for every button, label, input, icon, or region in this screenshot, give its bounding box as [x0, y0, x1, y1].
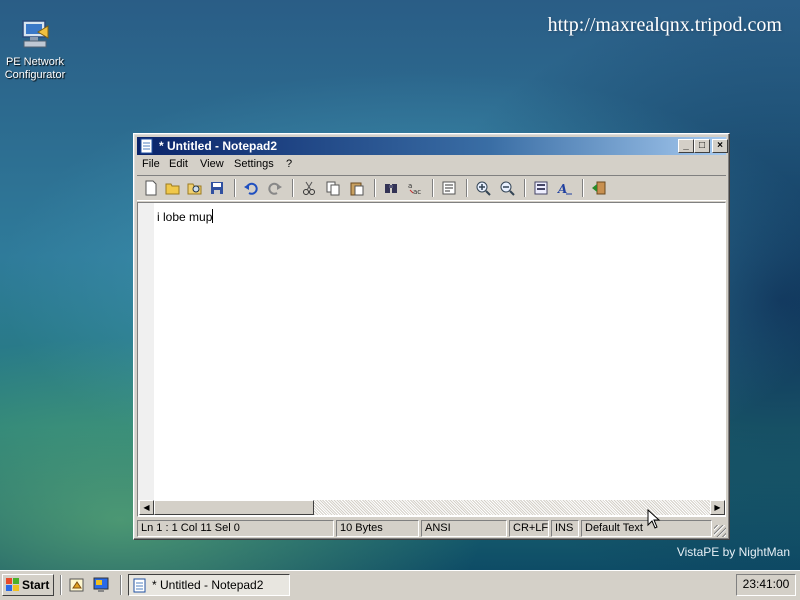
- taskbar-separator: [60, 575, 62, 595]
- taskbar-button-notepad2[interactable]: * Untitled - Notepad2: [128, 574, 290, 596]
- url-wallpaper-text: http://maxrealqnx.tripod.com: [547, 14, 782, 36]
- toolbar-separator: [292, 179, 294, 197]
- scroll-left-button[interactable]: ◀: [139, 500, 154, 515]
- font-icon[interactable]: A: [557, 180, 575, 196]
- menu-bar: File Edit View Settings ?: [137, 156, 726, 174]
- start-button[interactable]: Start: [2, 574, 54, 596]
- editor-margin: [138, 203, 154, 500]
- status-encoding[interactable]: ANSI: [421, 520, 507, 537]
- horizontal-scrollbar[interactable]: ◀ ▶: [139, 500, 725, 515]
- status-position: Ln 1 : 1 Col 11 Sel 0: [137, 520, 334, 537]
- mouse-cursor-icon: [647, 509, 661, 529]
- resize-grip[interactable]: [714, 525, 726, 537]
- svg-text:A: A: [557, 182, 567, 196]
- new-file-icon[interactable]: [143, 180, 161, 196]
- toolbar-separator: [582, 179, 584, 197]
- notepad-icon: [133, 578, 146, 593]
- copy-icon[interactable]: [325, 180, 343, 196]
- toolbar: a ac A: [137, 175, 726, 201]
- toolbar-separator: [374, 179, 376, 197]
- start-label: Start: [22, 578, 50, 592]
- text-caret: [212, 209, 214, 223]
- menu-file[interactable]: File: [142, 158, 160, 170]
- save-icon[interactable]: [209, 180, 227, 196]
- zoom-in-icon[interactable]: [475, 180, 493, 196]
- status-insert-mode: INS: [551, 520, 579, 537]
- text-editor[interactable]: i lobe mup ◀ ▶: [137, 202, 726, 517]
- word-wrap-icon[interactable]: [441, 180, 459, 196]
- menu-help[interactable]: ?: [286, 158, 292, 170]
- svg-text:a: a: [408, 182, 412, 190]
- menu-view[interactable]: View: [200, 158, 224, 170]
- replace-icon[interactable]: a ac: [407, 180, 425, 196]
- status-bar: Ln 1 : 1 Col 11 Sel 0 10 Bytes ANSI CR+L…: [137, 520, 726, 537]
- toolbar-separator: [524, 179, 526, 197]
- scheme-icon[interactable]: [533, 180, 551, 196]
- editor-content[interactable]: i lobe mup: [157, 209, 214, 224]
- toolbar-separator: [432, 179, 434, 197]
- paste-icon[interactable]: [349, 180, 367, 196]
- title-bar[interactable]: * Untitled - Notepad2 _ □ ×: [137, 137, 728, 155]
- wallpaper-watermark: VistaPE by NightMan: [676, 545, 790, 559]
- scrollbar-thumb[interactable]: [154, 500, 314, 515]
- notepad-icon: [140, 138, 153, 154]
- quick-launch-desktop-icon[interactable]: [92, 576, 110, 594]
- browse-icon[interactable]: [187, 180, 205, 196]
- windows-flag-icon: [6, 578, 19, 591]
- zoom-out-icon[interactable]: [499, 180, 517, 196]
- undo-icon[interactable]: [243, 180, 261, 196]
- status-size: 10 Bytes: [336, 520, 419, 537]
- quick-launch-explorer-icon[interactable]: [68, 576, 86, 594]
- taskbar-separator: [120, 575, 122, 595]
- menu-edit[interactable]: Edit: [169, 158, 188, 170]
- open-folder-icon[interactable]: [165, 180, 183, 196]
- notepad2-window: * Untitled - Notepad2 _ □ × File Edit Vi…: [133, 133, 730, 540]
- exit-icon[interactable]: [591, 180, 609, 196]
- close-button[interactable]: ×: [712, 139, 728, 153]
- shortcut-label-line2: Configurator: [4, 69, 66, 81]
- cut-icon[interactable]: [301, 180, 319, 196]
- status-line-endings[interactable]: CR+LF: [509, 520, 549, 537]
- pe-network-configurator-shortcut[interactable]: PE Network Configurator: [2, 18, 68, 82]
- maximize-button[interactable]: □: [694, 139, 710, 153]
- taskbar-button-label: * Untitled - Notepad2: [152, 578, 264, 592]
- toolbar-separator: [234, 179, 236, 197]
- redo-icon[interactable]: [267, 180, 285, 196]
- network-computer-icon: [22, 20, 49, 48]
- toolbar-separator: [466, 179, 468, 197]
- window-title: * Untitled - Notepad2: [159, 139, 278, 153]
- menu-settings[interactable]: Settings: [234, 158, 274, 170]
- svg-text:ac: ac: [413, 188, 421, 196]
- taskbar: Start * Untitled - Notepad2 23:41:00: [0, 570, 800, 600]
- minimize-button[interactable]: _: [678, 139, 694, 153]
- document-text: i lobe mup: [157, 210, 213, 224]
- shortcut-label-line1: PE Network: [5, 56, 65, 68]
- find-icon[interactable]: [383, 180, 401, 196]
- scroll-right-button[interactable]: ▶: [710, 500, 725, 515]
- system-clock[interactable]: 23:41:00: [736, 574, 796, 596]
